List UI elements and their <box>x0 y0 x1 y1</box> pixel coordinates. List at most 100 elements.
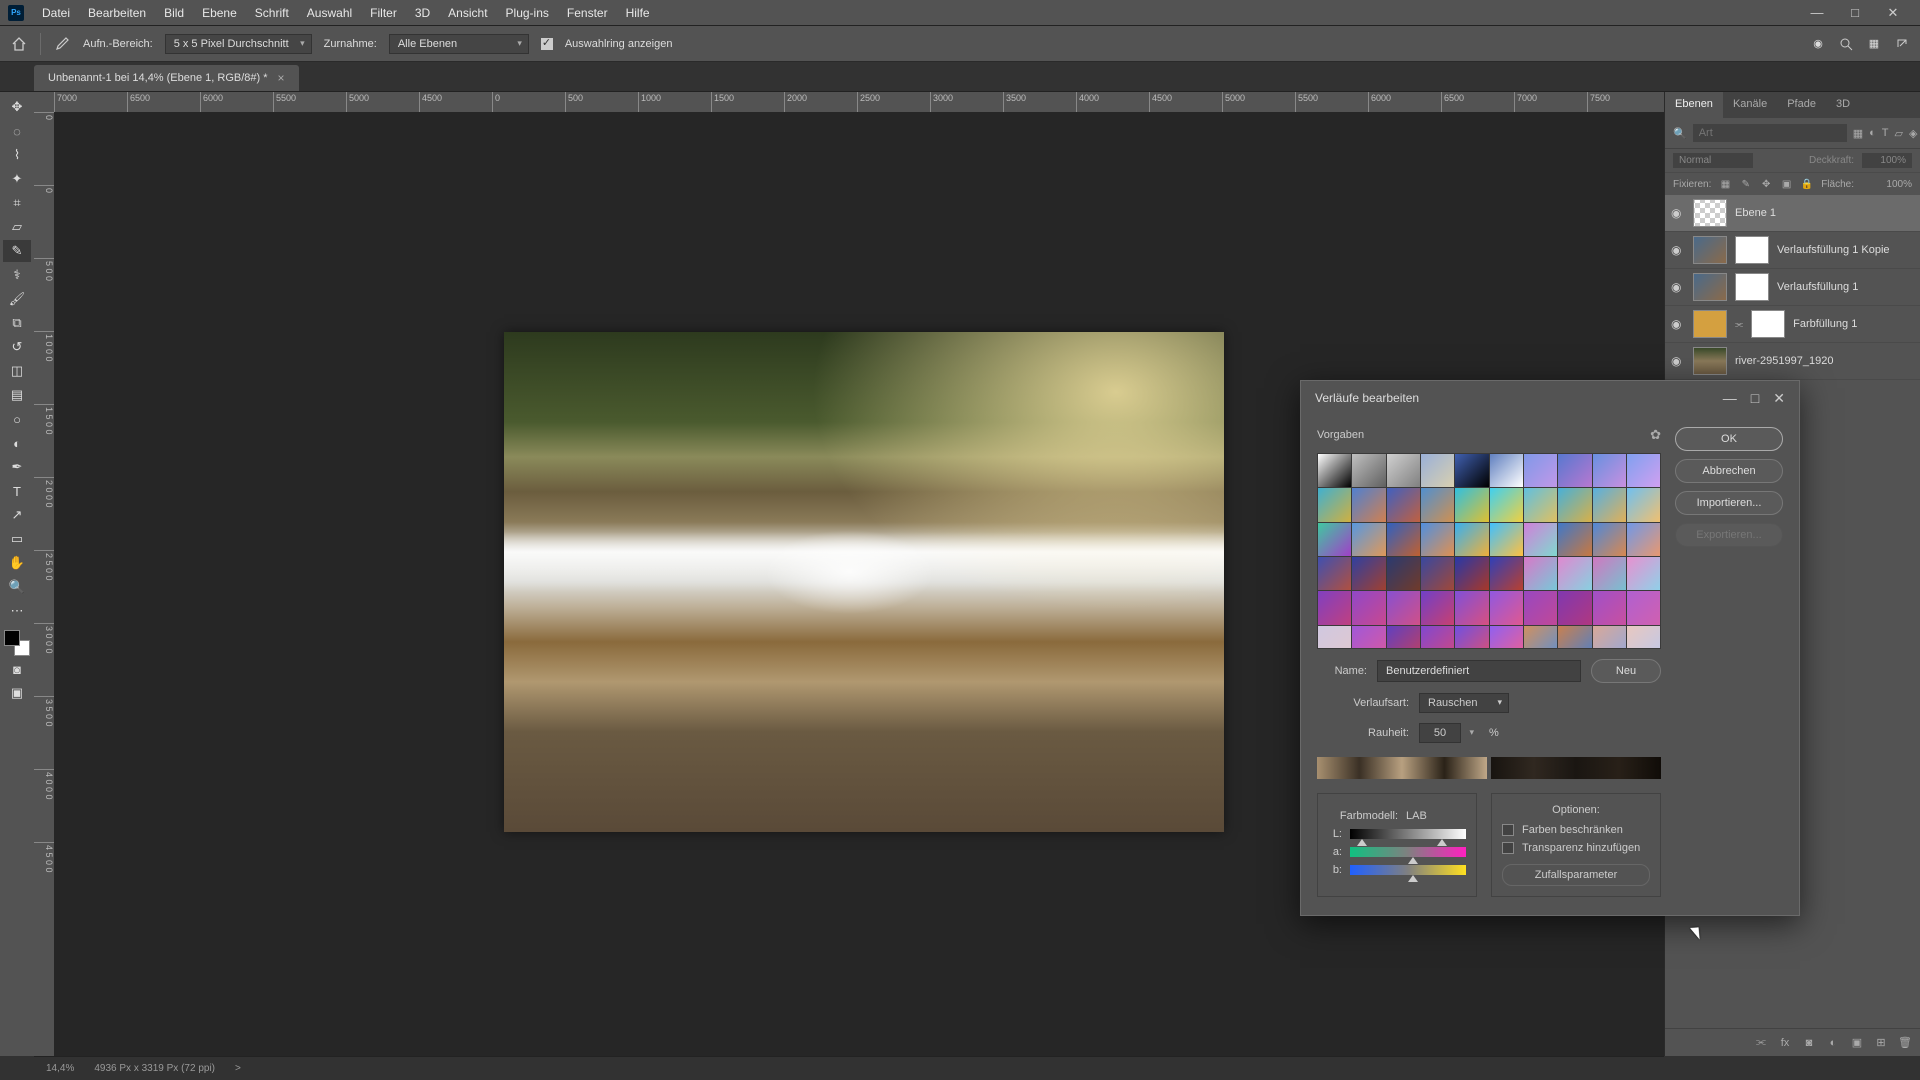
window-minimize[interactable]: — <box>1798 0 1836 26</box>
new-gradient-button[interactable]: Neu <box>1591 659 1661 683</box>
layer-mask-thumbnail[interactable] <box>1735 273 1769 301</box>
gradient-preset-swatch[interactable] <box>1387 626 1420 649</box>
gradient-preset-swatch[interactable] <box>1387 488 1420 521</box>
vertical-ruler[interactable]: 005 0 01 0 0 01 5 0 02 0 0 02 5 0 03 0 0… <box>34 112 54 1056</box>
roughness-input[interactable]: 50 <box>1419 723 1461 743</box>
gradient-preset-swatch[interactable] <box>1455 591 1488 624</box>
type-tool[interactable]: T <box>3 480 31 502</box>
export-button[interactable]: Exportieren... <box>1675 523 1783 547</box>
gradient-preset-swatch[interactable] <box>1421 523 1454 556</box>
gradient-preset-swatch[interactable] <box>1421 454 1454 487</box>
pen-tool[interactable]: ✒ <box>3 456 31 478</box>
gradient-preset-swatch[interactable] <box>1455 557 1488 590</box>
hand-tool[interactable]: ✋ <box>3 552 31 574</box>
tab-channels[interactable]: Kanäle <box>1723 92 1777 118</box>
layer-mask-icon[interactable]: ◙ <box>1802 1036 1816 1050</box>
ok-button[interactable]: OK <box>1675 427 1783 451</box>
tab-close-icon[interactable]: × <box>278 71 285 85</box>
dialog-close[interactable]: ✕ <box>1773 390 1785 407</box>
gradient-preset-swatch[interactable] <box>1524 591 1557 624</box>
blend-mode-dropdown[interactable]: Normal <box>1673 153 1753 168</box>
dialog-maximize[interactable]: □ <box>1751 390 1759 407</box>
gradient-preset-swatch[interactable] <box>1455 454 1488 487</box>
screenmode-tool[interactable]: ▣ <box>3 682 31 704</box>
filter-shape-icon[interactable]: ▱ <box>1895 126 1903 140</box>
lasso-tool[interactable]: ⌇ <box>3 144 31 166</box>
menu-file[interactable]: Datei <box>34 2 78 24</box>
gradient-preset-swatch[interactable] <box>1421 557 1454 590</box>
layer-mask-thumbnail[interactable] <box>1735 236 1769 264</box>
gradient-preset-swatch[interactable] <box>1318 523 1351 556</box>
gradient-preset-swatch[interactable] <box>1318 454 1351 487</box>
gradient-preset-swatch[interactable] <box>1627 626 1660 649</box>
gradient-preset-swatch[interactable] <box>1421 591 1454 624</box>
cancel-button[interactable]: Abbrechen <box>1675 459 1783 483</box>
gradient-preset-swatch[interactable] <box>1490 626 1523 649</box>
zoom-level[interactable]: 14,4% <box>46 1063 74 1074</box>
gradient-preset-swatch[interactable] <box>1558 557 1591 590</box>
crop-tool[interactable]: ⌗ <box>3 192 31 214</box>
filter-smart-icon[interactable]: ◈ <box>1909 126 1917 140</box>
document-info[interactable]: 4936 Px x 3319 Px (72 ppi) <box>94 1063 215 1074</box>
gradient-preset-swatch[interactable] <box>1558 591 1591 624</box>
gradient-preset-swatch[interactable] <box>1455 523 1488 556</box>
document-tab[interactable]: Unbenannt-1 bei 14,4% (Ebene 1, RGB/8#) … <box>34 65 299 91</box>
eye-icon[interactable]: ◉ <box>1671 206 1685 220</box>
tab-3d[interactable]: 3D <box>1826 92 1860 118</box>
move-tool[interactable]: ✥ <box>3 96 31 118</box>
gradient-preset-swatch[interactable] <box>1524 523 1557 556</box>
gradient-preset-swatch[interactable] <box>1524 454 1557 487</box>
home-icon[interactable] <box>10 35 28 53</box>
share-icon[interactable] <box>1894 36 1910 52</box>
search-icon[interactable] <box>1838 36 1854 52</box>
gradient-preset-swatch[interactable] <box>1421 626 1454 649</box>
opacity-input[interactable]: 100% <box>1862 153 1912 168</box>
foreground-background-colors[interactable] <box>4 630 30 656</box>
layer-name[interactable]: Farbfüllung 1 <box>1793 318 1857 330</box>
layer-row[interactable]: ◉ Verlaufsfüllung 1 Kopie <box>1665 232 1920 269</box>
gradient-preset-swatch[interactable] <box>1593 488 1626 521</box>
menu-3d[interactable]: 3D <box>407 2 438 24</box>
lock-pixels-icon[interactable]: ✎ <box>1740 177 1752 191</box>
healing-tool[interactable]: ⚕ <box>3 264 31 286</box>
layer-fx-icon[interactable]: fx <box>1778 1036 1792 1050</box>
layer-name[interactable]: Ebene 1 <box>1735 207 1776 219</box>
layer-name[interactable]: Verlaufsfüllung 1 Kopie <box>1777 244 1890 256</box>
gradient-preset-swatch[interactable] <box>1387 591 1420 624</box>
gradient-type-dropdown[interactable]: Rauschen <box>1419 693 1509 713</box>
gradient-name-input[interactable] <box>1377 660 1581 682</box>
gradient-preset-swatch[interactable] <box>1318 557 1351 590</box>
eye-icon[interactable]: ◉ <box>1671 243 1685 257</box>
gradient-preset-swatch[interactable] <box>1593 591 1626 624</box>
gradient-preset-swatch[interactable] <box>1318 626 1351 649</box>
zoom-tool[interactable]: 🔍 <box>3 576 31 598</box>
path-tool[interactable]: ↗ <box>3 504 31 526</box>
ruler-origin[interactable] <box>34 92 54 112</box>
eraser-tool[interactable]: ◫ <box>3 360 31 382</box>
menu-image[interactable]: Bild <box>156 2 192 24</box>
layer-row[interactable]: ◉ Verlaufsfüllung 1 <box>1665 269 1920 306</box>
import-button[interactable]: Importieren... <box>1675 491 1783 515</box>
gradient-preset-swatch[interactable] <box>1352 454 1385 487</box>
gradient-preset-swatch[interactable] <box>1455 626 1488 649</box>
filter-image-icon[interactable]: ▦ <box>1853 126 1863 140</box>
eye-icon[interactable]: ◉ <box>1671 317 1685 331</box>
gradient-preset-swatch[interactable] <box>1558 626 1591 649</box>
status-arrow-icon[interactable]: > <box>235 1063 241 1074</box>
presets-gear-icon[interactable]: ✿ <box>1650 427 1661 443</box>
clone-tool[interactable]: ⧉ <box>3 312 31 334</box>
gradient-preset-swatch[interactable] <box>1387 454 1420 487</box>
layer-name[interactable]: Verlaufsfüllung 1 <box>1777 281 1858 293</box>
lock-artboard-icon[interactable]: ▣ <box>1780 177 1792 191</box>
a-slider[interactable] <box>1350 847 1466 857</box>
show-sampling-ring-checkbox[interactable] <box>541 38 553 50</box>
gradient-preset-swatch[interactable] <box>1490 488 1523 521</box>
menu-layer[interactable]: Ebene <box>194 2 245 24</box>
gradient-preset-swatch[interactable] <box>1524 557 1557 590</box>
filter-adjust-icon[interactable]: ◐ <box>1869 126 1876 140</box>
blur-tool[interactable]: ○ <box>3 408 31 430</box>
dialog-minimize[interactable]: — <box>1723 390 1737 407</box>
layers-filter-input[interactable] <box>1693 124 1847 142</box>
randomize-button[interactable]: Zufallsparameter <box>1502 864 1650 886</box>
window-close[interactable]: ✕ <box>1874 0 1912 26</box>
